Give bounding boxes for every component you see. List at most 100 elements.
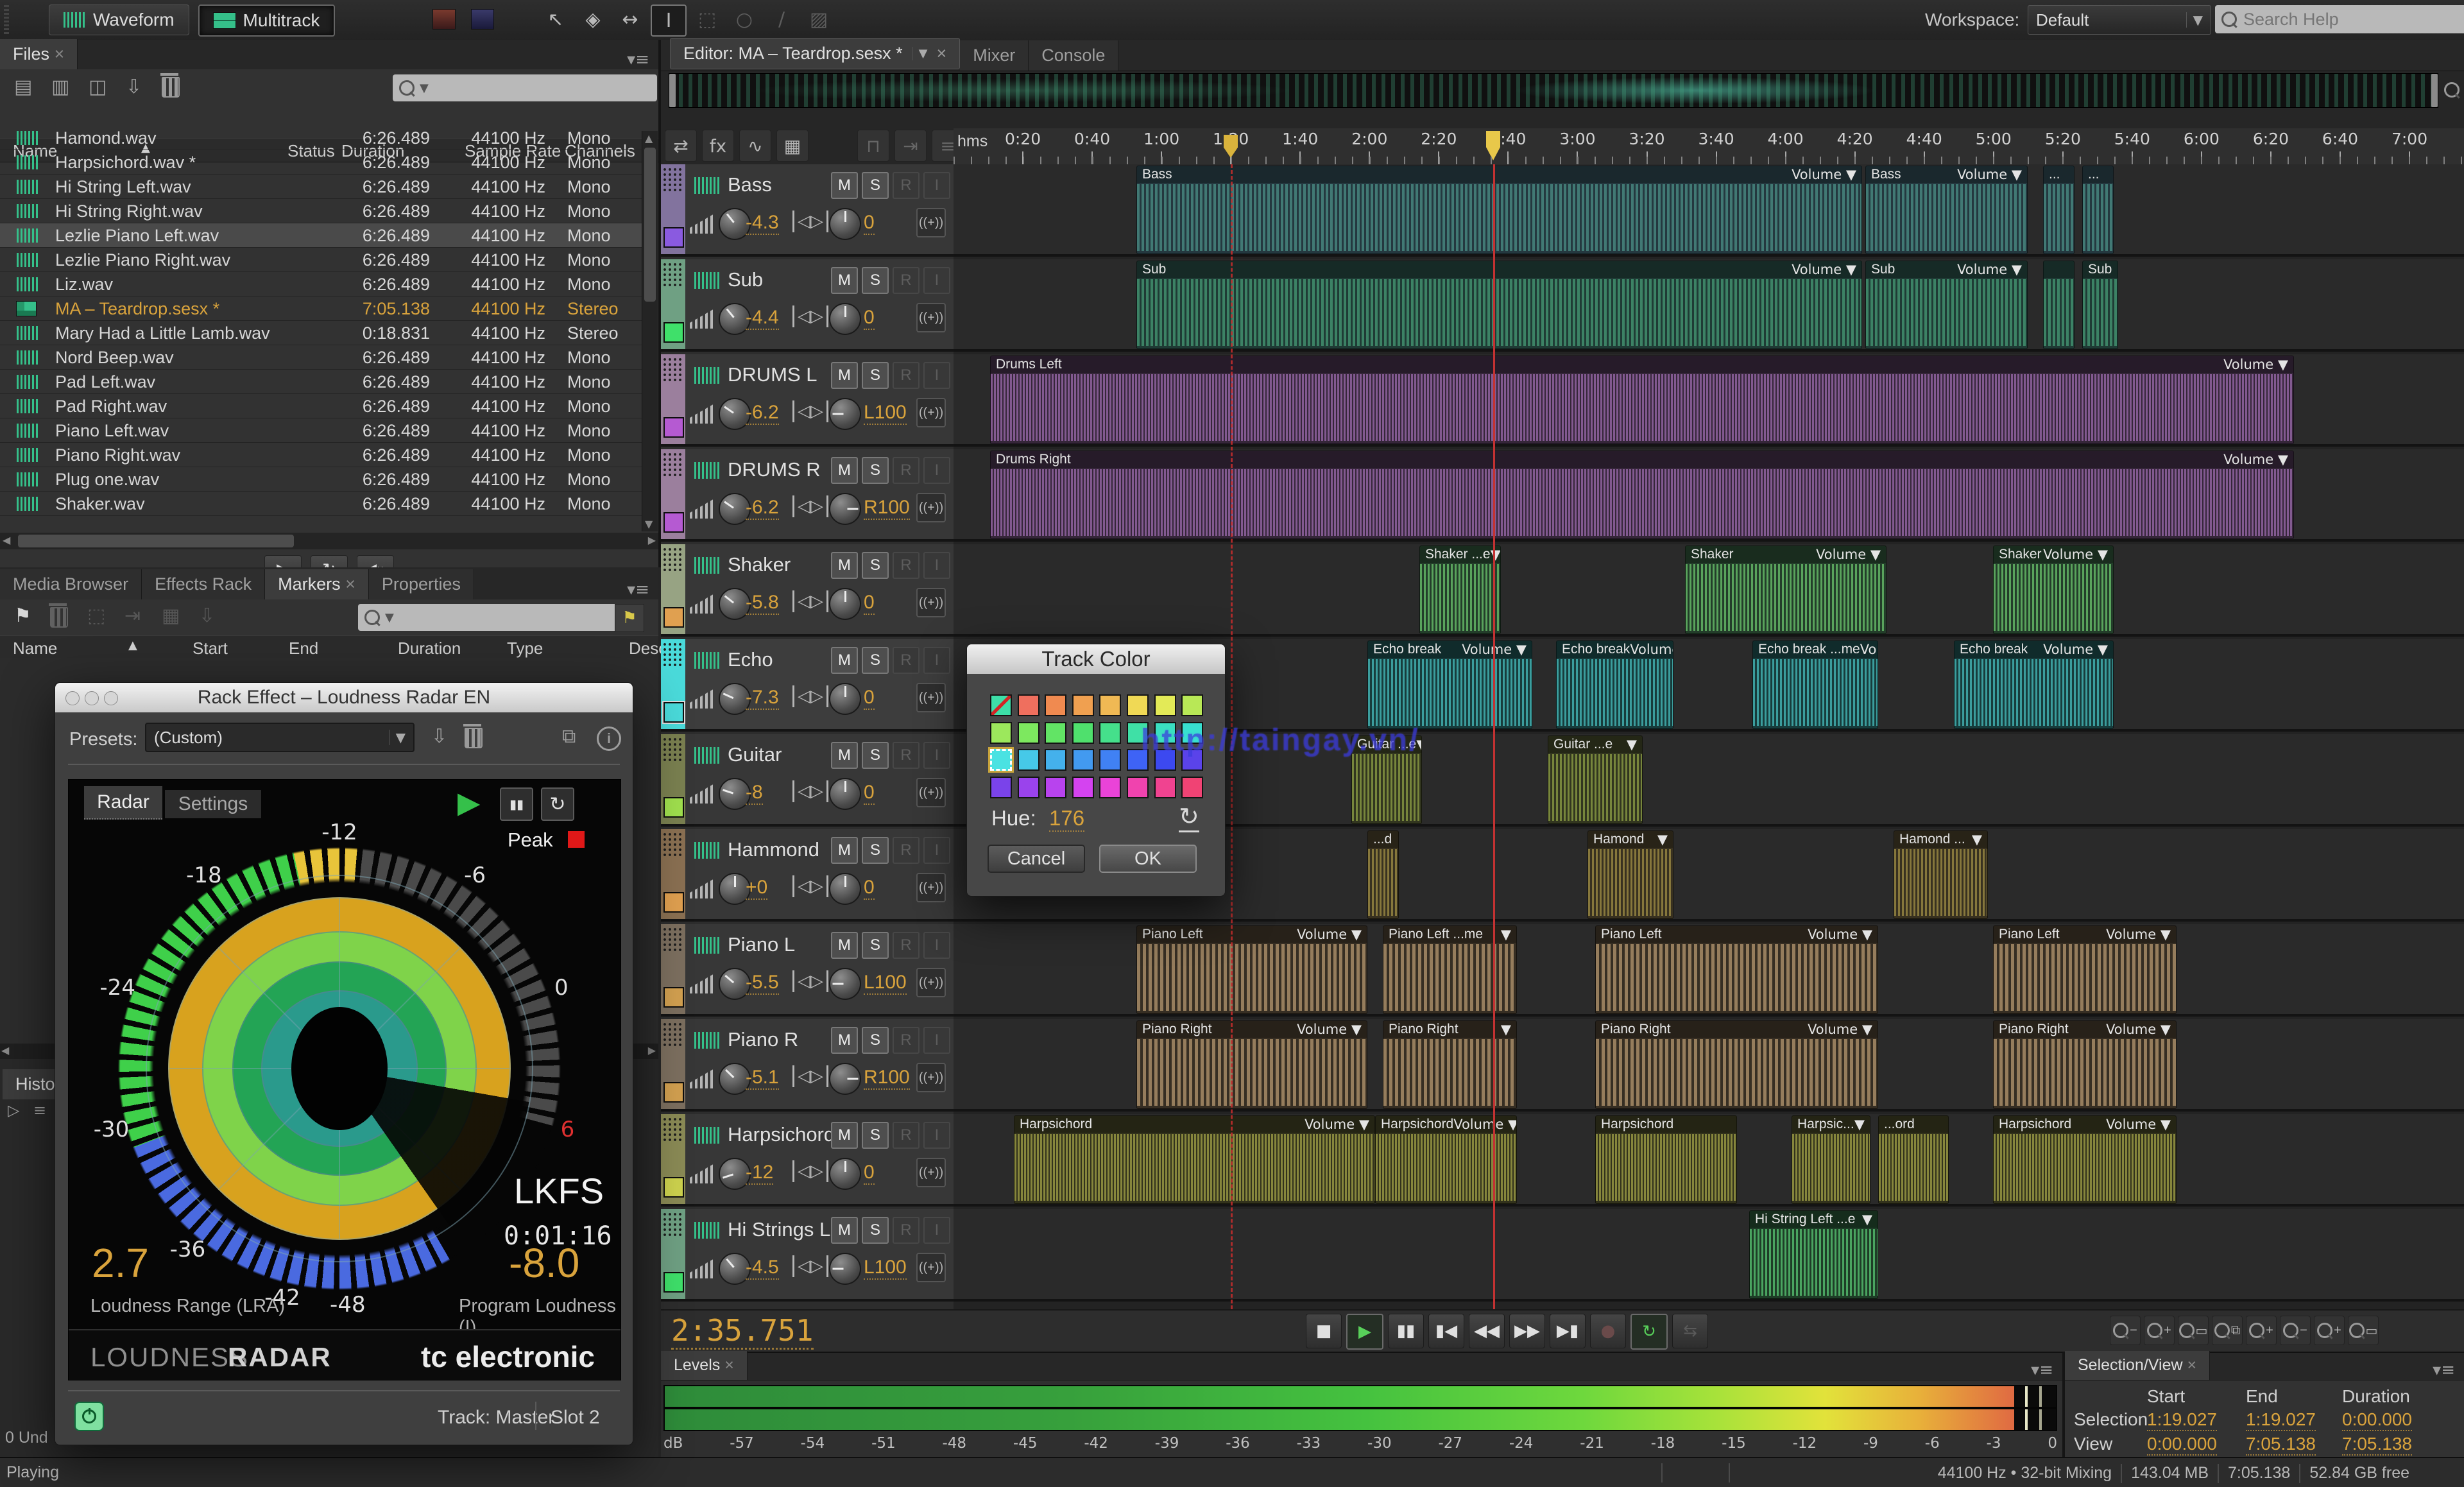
spectral-display-button[interactable] [427, 4, 461, 34]
track-header-hammond[interactable]: Hammond M S R I +0 ◁▷ 0 ((+)) [661, 829, 954, 922]
track-header-bass[interactable]: Bass M S R I -4.3 ◁▷ 0 ((+)) [661, 164, 954, 257]
clip-volume-dropdown[interactable]: ▼ [1972, 832, 1982, 847]
stop-button[interactable]: ■ [1306, 1314, 1342, 1348]
color-swatch-17[interactable] [988, 747, 1014, 773]
color-swatch-18[interactable] [1017, 749, 1040, 771]
rewind-button[interactable]: ◀◀ [1469, 1314, 1505, 1348]
insert-icon[interactable]: ⇥ [894, 130, 927, 162]
volume-value[interactable]: -7.3 [746, 687, 779, 710]
dialog-title[interactable]: Track Color [967, 644, 1225, 674]
audio-clip[interactable]: Hamond ... ▼ [1894, 830, 1988, 919]
move-tool[interactable]: ↖ [539, 4, 572, 34]
marquee-tool[interactable]: ⬚ [690, 4, 724, 34]
audio-clip[interactable]: Shaker ...e ▼ [1419, 546, 1501, 634]
sends-icon[interactable]: ((+)) [916, 398, 946, 427]
solo-button[interactable]: S [862, 837, 889, 864]
audio-clip[interactable]: Harpsic... ▼ [1792, 1115, 1870, 1204]
files-vertical-scrollbar[interactable]: ▲ ▼ [642, 131, 658, 531]
spot-healing-tool[interactable]: ▨ [802, 4, 835, 34]
selection-duration[interactable]: 0:00.000 [2342, 1409, 2412, 1431]
monitor-input-button[interactable]: I [923, 647, 950, 674]
record-arm-button[interactable]: R [893, 647, 920, 674]
insert-marker-icon[interactable]: ⇥ [124, 605, 141, 627]
clip-volume-dropdown[interactable]: Volume ▼ [1808, 927, 1872, 942]
volume-value[interactable]: -5.8 [746, 592, 779, 615]
sends-icon[interactable]: ((+)) [916, 303, 946, 332]
pan-knob[interactable] [829, 493, 861, 525]
audio-clip[interactable]: Echo breakVolume ▼ [1556, 640, 1673, 729]
color-swatch-19[interactable] [1045, 749, 1067, 771]
prev-button[interactable]: ▮◀ [1428, 1314, 1464, 1348]
zoom-navigator[interactable] [669, 73, 2438, 108]
track-color-chip[interactable] [663, 227, 684, 248]
pan-knob[interactable] [829, 873, 861, 905]
view-button-waveform[interactable]: Waveform [49, 4, 189, 35]
toolbar-grip[interactable] [4, 5, 9, 35]
clip-volume-dropdown[interactable]: Volume ▼ [2106, 927, 2171, 942]
tab-properties[interactable]: Properties [368, 569, 474, 599]
pan-knob[interactable] [829, 303, 861, 335]
pan-knob[interactable] [829, 1063, 861, 1095]
toggle-clip-icon[interactable]: ⇄ [665, 130, 697, 162]
file-row[interactable]: Liz.wav 6:26.489 44100 Hz Mono [0, 272, 642, 297]
file-row[interactable]: Harpsichord.wav * 6:26.489 44100 Hz Mono [0, 150, 642, 175]
clip-volume-dropdown[interactable]: ▼ [1862, 1212, 1872, 1227]
mute-button[interactable]: M [831, 172, 858, 199]
record-arm-button[interactable]: R [893, 172, 920, 199]
delete-preset-icon[interactable] [463, 724, 483, 748]
plugin-reset-button[interactable]: ↻ [541, 787, 574, 821]
record-arm-button[interactable]: R [893, 742, 920, 769]
color-swatch-4[interactable] [1072, 694, 1094, 716]
sends-icon[interactable]: ((+)) [916, 873, 946, 902]
color-swatch-20[interactable] [1072, 749, 1094, 771]
history-list-icon[interactable]: ≡ [33, 1101, 46, 1119]
view-duration[interactable]: 7:05.138 [2342, 1434, 2412, 1456]
preset-dropdown[interactable]: (Custom) ▼ [145, 723, 415, 752]
file-row[interactable]: Pad Left.wav 6:26.489 44100 Hz Mono [0, 370, 642, 394]
volume-value[interactable]: -5.1 [746, 1067, 779, 1090]
play-button[interactable]: ▶ [1346, 1314, 1383, 1350]
waveform-display-button[interactable] [466, 4, 499, 34]
volume-value[interactable]: -5.5 [746, 972, 779, 995]
audio-clip[interactable]: Shaker Volume ▼ [1993, 546, 2114, 634]
clip-volume-dropdown[interactable]: Volume ▼ [1792, 167, 1856, 182]
cue-marker-flag[interactable] [1224, 135, 1238, 158]
clip-volume-dropdown[interactable]: Volume ▼ [1453, 1117, 1516, 1132]
selection-end[interactable]: 1:19.027 [2246, 1409, 2316, 1431]
color-swatch-28[interactable] [1072, 776, 1094, 798]
monitor-input-button[interactable]: I [923, 1122, 950, 1149]
sends-icon[interactable]: ((+)) [916, 208, 946, 237]
monitor-input-button[interactable]: I [923, 362, 950, 389]
clip-volume-dropdown[interactable]: Volume ▼ [2043, 642, 2108, 657]
zoom-button-4[interactable]: ⧉ [2212, 1316, 2243, 1345]
drag-handle[interactable] [662, 927, 684, 952]
mute-button[interactable]: M [831, 1027, 858, 1054]
track-color-chip[interactable] [663, 322, 684, 343]
audio-clip[interactable]: Echo break ...meVolume ▼ [1752, 640, 1878, 729]
audio-clip[interactable]: Piano Right Volume ▼ [1136, 1020, 1367, 1109]
track-header-piano-l[interactable]: Piano L M S R I -5.5 ◁▷ L100 ((+)) [661, 924, 954, 1017]
audio-clip[interactable]: Harpsichord Volume ▼ [1993, 1115, 2177, 1204]
color-swatch-5[interactable] [1099, 694, 1122, 716]
file-row[interactable]: Mary Had a Little Lamb.wav 0:18.831 44100 … [0, 321, 642, 345]
clip-volume-dropdown[interactable]: Volume ▼ [1630, 642, 1673, 657]
color-swatch-26[interactable] [1017, 776, 1040, 798]
clip-volume-dropdown[interactable]: Volume ▼ [2043, 547, 2108, 562]
pan-value[interactable]: L100 [864, 1257, 907, 1280]
cancel-button[interactable]: Cancel [988, 845, 1085, 873]
track-header-hi-strings-l[interactable]: Hi Strings L M S R I -4.5 ◁▷ L100 ((+)) [661, 1209, 954, 1302]
file-row[interactable]: Hamond.wav 6:26.489 44100 Hz Mono [0, 131, 642, 150]
track-header-piano-r[interactable]: Piano R M S R I -5.1 ◁▷ R100 ((+)) [661, 1019, 954, 1112]
pan-value[interactable]: R100 [864, 497, 910, 520]
file-row[interactable]: Nord Beep.wav 6:26.489 44100 Hz Mono [0, 345, 642, 370]
color-swatch-32[interactable] [1181, 776, 1204, 798]
pan-knob[interactable] [829, 1253, 861, 1285]
open-file-icon[interactable]: ▤ [14, 76, 32, 98]
audio-clip[interactable]: Echo breakVolume ▼ [1954, 640, 2114, 729]
panel-menu-icon[interactable]: ▾≡ [618, 580, 658, 599]
audio-clip[interactable]: Guitar ...e ▼ [1548, 735, 1643, 824]
mute-button[interactable]: M [831, 457, 858, 484]
pan-knob[interactable] [829, 1158, 861, 1190]
scroll-right-icon[interactable]: ▶ [648, 534, 656, 546]
markers-search[interactable]: ▼ [358, 604, 620, 631]
